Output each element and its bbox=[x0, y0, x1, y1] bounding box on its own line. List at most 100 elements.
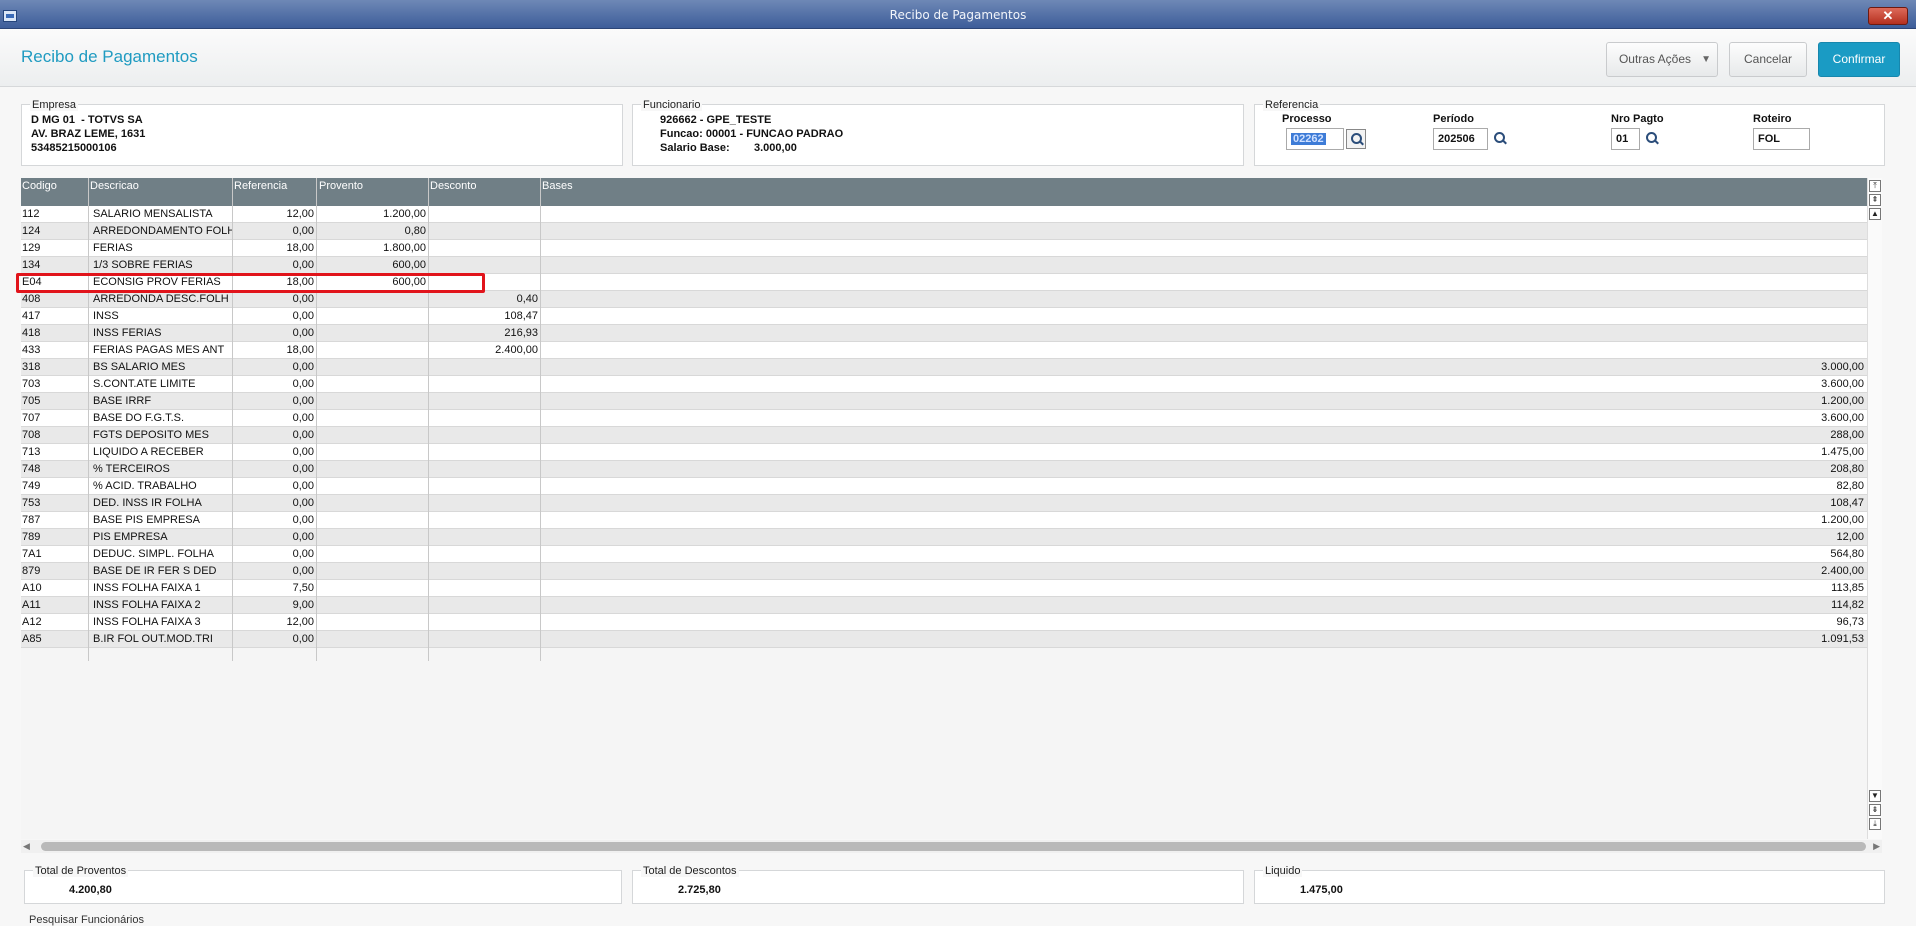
cell-desconto bbox=[429, 565, 538, 578]
table-row[interactable]: A85 B.IR FOL OUT.MOD.TRI 0,00 1.091,53 bbox=[21, 631, 1867, 648]
table-row[interactable]: 703 S.CONT.ATE LIMITE 0,00 3.600,00 bbox=[21, 376, 1867, 393]
table-row[interactable]: 789 PIS EMPRESA 0,00 12,00 bbox=[21, 529, 1867, 546]
window-titlebar: Recibo de Pagamentos ✕ bbox=[0, 0, 1916, 29]
horizontal-scroll-thumb[interactable] bbox=[41, 842, 1866, 851]
close-button[interactable]: ✕ bbox=[1868, 7, 1908, 25]
column-header-codigo[interactable]: Codigo bbox=[22, 180, 57, 192]
column-divider bbox=[428, 178, 429, 661]
cell-bases: 1.091,53 bbox=[1821, 633, 1864, 645]
horizontal-scrollbar[interactable]: ◀ ▶ bbox=[21, 840, 1882, 853]
nro-pagto-field[interactable]: 01 bbox=[1611, 128, 1640, 150]
cell-descricao: INSS bbox=[93, 310, 119, 322]
cell-desconto: 216,93 bbox=[504, 327, 538, 339]
cell-desconto bbox=[429, 208, 538, 221]
cell-codigo: A85 bbox=[22, 633, 42, 645]
cell-provento bbox=[317, 344, 426, 357]
table-row[interactable]: 124 ARREDONDAMENTO FOLH 0,00 0,80 bbox=[21, 223, 1867, 240]
cell-bases: 3.600,00 bbox=[1821, 378, 1864, 390]
table-row[interactable]: 879 BASE DE IR FER S DED 0,00 2.400,00 bbox=[21, 563, 1867, 580]
page-header: Recibo de Pagamentos Outras Ações ▼ Canc… bbox=[0, 29, 1916, 87]
table-row[interactable]: 318 BS SALARIO MES 0,00 3.000,00 bbox=[21, 359, 1867, 376]
table-row[interactable]: 418 INSS FERIAS 0,00 216,93 bbox=[21, 325, 1867, 342]
scroll-right-icon[interactable]: ▶ bbox=[1873, 840, 1880, 853]
cell-bases: 96,73 bbox=[1836, 616, 1864, 628]
scroll-bottom-icon[interactable]: ⤓ bbox=[1869, 818, 1881, 830]
cell-desconto bbox=[429, 633, 538, 646]
cell-referencia: 0,00 bbox=[292, 310, 314, 322]
column-header-provento[interactable]: Provento bbox=[319, 180, 363, 192]
magnifier-icon[interactable] bbox=[1346, 129, 1366, 149]
empresa-line-2: AV. BRAZ LEME, 1631 bbox=[31, 128, 146, 140]
table-row[interactable]: A10 INSS FOLHA FAIXA 1 7,50 113,85 bbox=[21, 580, 1867, 597]
processo-field[interactable]: 02262 bbox=[1286, 128, 1344, 150]
cell-bases: 288,00 bbox=[1830, 429, 1864, 441]
cell-bases: 1.200,00 bbox=[1821, 514, 1864, 526]
scroll-left-icon[interactable]: ◀ bbox=[23, 840, 30, 853]
table-row[interactable]: 708 FGTS DEPOSITO MES 0,00 288,00 bbox=[21, 427, 1867, 444]
empresa-line-3: 53485215000106 bbox=[31, 142, 117, 154]
table-row[interactable]: A12 INSS FOLHA FAIXA 3 12,00 96,73 bbox=[21, 614, 1867, 631]
periodo-field[interactable]: 202506 bbox=[1433, 128, 1488, 150]
magnifier-icon[interactable] bbox=[1490, 129, 1510, 149]
outras-acoes-label: Outras Ações bbox=[1618, 52, 1692, 66]
column-header-descricao[interactable]: Descricao bbox=[90, 180, 139, 192]
table-row[interactable]: 749 % ACID. TRABALHO 0,00 82,80 bbox=[21, 478, 1867, 495]
cell-provento bbox=[317, 310, 426, 323]
cell-provento bbox=[317, 361, 426, 374]
table-row[interactable]: 713 LIQUIDO A RECEBER 0,00 1.475,00 bbox=[21, 444, 1867, 461]
outras-acoes-button[interactable]: Outras Ações ▼ bbox=[1606, 42, 1718, 77]
table-row[interactable]: 112 SALARIO MENSALISTA 12,00 1.200,00 bbox=[21, 206, 1867, 223]
table-row[interactable]: 408 ARREDONDA DESC.FOLH 0,00 0,40 bbox=[21, 291, 1867, 308]
cell-provento bbox=[317, 633, 426, 646]
scroll-top-icon[interactable]: ⤒ bbox=[1869, 180, 1881, 192]
highlighted-row-marker bbox=[16, 273, 485, 293]
cell-descricao: INSS FOLHA FAIXA 2 bbox=[93, 599, 201, 611]
table-row[interactable]: 748 % TERCEIROS 0,00 208,80 bbox=[21, 461, 1867, 478]
pesquisar-funcionarios-link[interactable]: Pesquisar Funcionários bbox=[29, 914, 144, 926]
cell-bases: 108,47 bbox=[1830, 497, 1864, 509]
vertical-scrollbar[interactable]: ⤒ ⇞ ▲ ▼ ⇟ ⤓ bbox=[1867, 178, 1882, 839]
confirm-button[interactable]: Confirmar bbox=[1818, 42, 1900, 77]
processo-label: Processo bbox=[1282, 113, 1332, 125]
scroll-page-up-icon[interactable]: ⇞ bbox=[1869, 194, 1881, 206]
referencia-panel: Referencia Processo 02262 Período 202506… bbox=[1254, 99, 1885, 166]
table-row[interactable]: 433 FERIAS PAGAS MES ANT 18,00 2.400,00 bbox=[21, 342, 1867, 359]
cell-descricao: SALARIO MENSALISTA bbox=[93, 208, 213, 220]
cell-provento bbox=[317, 429, 426, 442]
cell-provento bbox=[317, 480, 426, 493]
cell-codigo: 748 bbox=[22, 463, 41, 475]
magnifier-icon[interactable] bbox=[1642, 129, 1662, 149]
cell-desconto bbox=[429, 225, 538, 238]
cell-desconto bbox=[429, 429, 538, 442]
cell-provento bbox=[317, 497, 426, 510]
cancel-button[interactable]: Cancelar bbox=[1729, 42, 1807, 77]
column-header-referencia[interactable]: Referencia bbox=[234, 180, 287, 192]
table-row[interactable]: A11 INSS FOLHA FAIXA 2 9,00 114,82 bbox=[21, 597, 1867, 614]
table-row[interactable]: 705 BASE IRRF 0,00 1.200,00 bbox=[21, 393, 1867, 410]
empresa-line-1: D MG 01 - TOTVS SA bbox=[31, 114, 143, 126]
column-header-bases[interactable]: Bases bbox=[542, 180, 573, 192]
cell-provento: 0,80 bbox=[404, 225, 426, 237]
table-row[interactable]: 753 DED. INSS IR FOLHA 0,00 108,47 bbox=[21, 495, 1867, 512]
table-row[interactable]: 134 1/3 SOBRE FERIAS 0,00 600,00 bbox=[21, 257, 1867, 274]
scroll-up-icon[interactable]: ▲ bbox=[1869, 208, 1881, 220]
scroll-page-down-icon[interactable]: ⇟ bbox=[1869, 804, 1881, 816]
cell-bases: 12,00 bbox=[1836, 531, 1864, 543]
table-row[interactable]: 417 INSS 0,00 108,47 bbox=[21, 308, 1867, 325]
table-row[interactable]: 787 BASE PIS EMPRESA 0,00 1.200,00 bbox=[21, 512, 1867, 529]
page-title: Recibo de Pagamentos bbox=[21, 47, 198, 66]
cell-referencia: 0,00 bbox=[292, 497, 314, 509]
cell-descricao: BASE PIS EMPRESA bbox=[93, 514, 200, 526]
caret-down-icon: ▼ bbox=[1701, 54, 1711, 65]
table-row[interactable]: 129 FERIAS 18,00 1.800,00 bbox=[21, 240, 1867, 257]
cell-desconto bbox=[429, 599, 538, 612]
cell-descricao: BASE DO F.G.T.S. bbox=[93, 412, 185, 424]
cell-bases: 3.000,00 bbox=[1821, 361, 1864, 373]
cell-desconto: 2.400,00 bbox=[495, 344, 538, 356]
table-row[interactable]: 707 BASE DO F.G.T.S. 0,00 3.600,00 bbox=[21, 410, 1867, 427]
cell-descricao: S.CONT.ATE LIMITE bbox=[93, 378, 196, 390]
column-header-desconto[interactable]: Desconto bbox=[430, 180, 476, 192]
roteiro-field[interactable]: FOL bbox=[1753, 128, 1810, 150]
table-row[interactable]: 7A1 DEDUC. SIMPL. FOLHA 0,00 564,80 bbox=[21, 546, 1867, 563]
scroll-down-icon[interactable]: ▼ bbox=[1869, 790, 1881, 802]
